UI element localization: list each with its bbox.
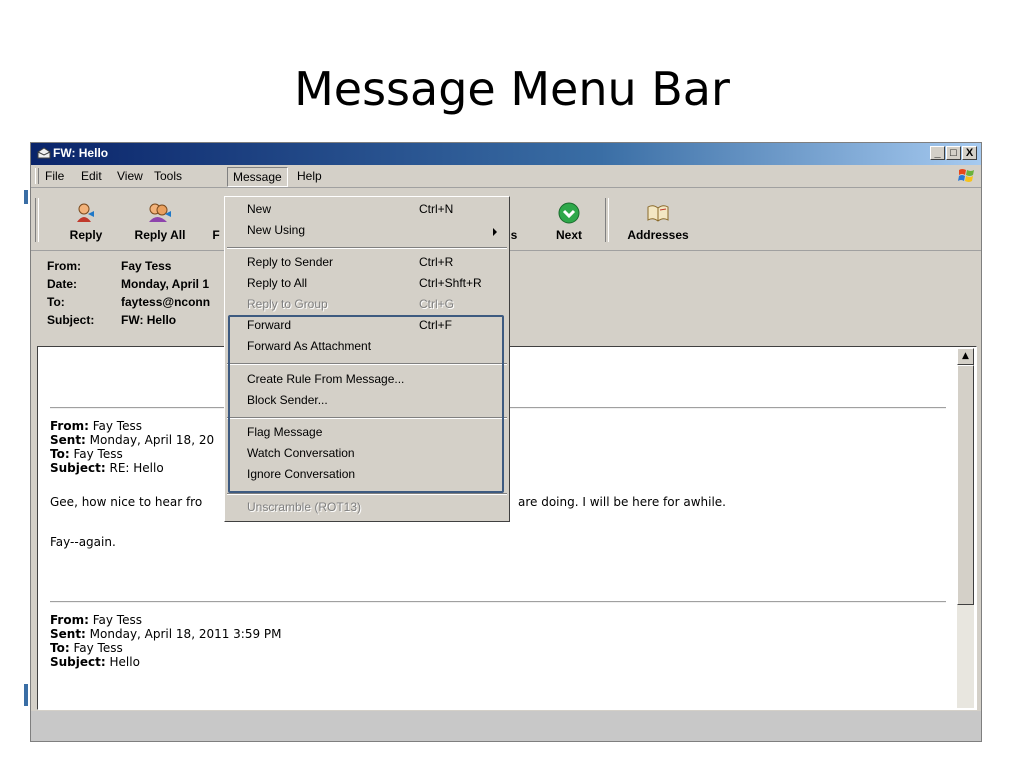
- menu-file[interactable]: File: [45, 169, 64, 183]
- minimize-button[interactable]: _: [930, 146, 945, 160]
- divider: [50, 601, 946, 603]
- submenu-arrow-icon: [493, 228, 497, 236]
- body-text-right: are doing. I will be here for awhile.: [518, 495, 726, 509]
- window-titlebar[interactable]: FW: Hello _ □ X: [31, 143, 981, 165]
- reply-icon: [77, 203, 94, 222]
- quoted-sent: Sent: Monday, April 18, 2011 3:59 PM: [50, 627, 282, 641]
- vertical-scrollbar[interactable]: ▲: [957, 348, 974, 708]
- menu-bar: File Edit View Tools Message Help: [31, 165, 981, 188]
- header-date-value: Monday, April 1: [121, 277, 210, 291]
- reply-button[interactable]: Reply: [61, 202, 111, 242]
- quoted-from: From: Fay Tess: [50, 613, 142, 627]
- toolbar-label: Next: [555, 228, 582, 242]
- toolbar-grip[interactable]: [35, 168, 39, 184]
- scroll-up-icon[interactable]: ▲: [957, 348, 974, 365]
- envelope-icon: [37, 147, 51, 159]
- menu-item-new-using[interactable]: New Using: [247, 221, 305, 239]
- forward-icon: [211, 202, 221, 224]
- menu-item-reply-to-all[interactable]: Reply to All Ctrl+Shft+R: [247, 274, 482, 292]
- maximize-button[interactable]: □: [946, 146, 961, 160]
- signature: Fay--again.: [50, 535, 116, 549]
- address-book-icon: [647, 205, 669, 222]
- menu-message[interactable]: Message: [227, 167, 288, 187]
- menu-help[interactable]: Help: [297, 169, 322, 183]
- window-edge-mark: [24, 684, 28, 706]
- header-subject-label: Subject:: [47, 313, 95, 327]
- windows-logo-icon: [958, 169, 974, 182]
- quoted-sent: Sent: Monday, April 18, 20: [50, 433, 215, 447]
- next-button[interactable]: Next: [551, 202, 587, 242]
- highlight-box: [228, 315, 504, 493]
- toolbar-label: s: [510, 228, 518, 242]
- quoted-subject: Subject: RE: Hello: [50, 461, 164, 475]
- quoted-from: From: Fay Tess: [50, 419, 142, 433]
- menu-separator: [227, 493, 507, 495]
- quoted-subject: Subject: Hello: [50, 655, 140, 669]
- toolbar-label: F: [212, 228, 220, 242]
- header-date-label: Date:: [47, 277, 78, 291]
- body-text-left: Gee, how nice to hear fro: [50, 495, 203, 509]
- quoted-to: To: Fay Tess: [50, 641, 123, 655]
- menu-edit[interactable]: Edit: [81, 169, 102, 183]
- header-to-label: To:: [47, 295, 65, 309]
- toolbar-label: Reply: [69, 228, 103, 242]
- toolbar-separator: [605, 198, 609, 242]
- header-from-label: From:: [47, 259, 81, 273]
- header-subject-value: FW: Hello: [121, 313, 177, 327]
- menu-item-reply-to-group: Reply to Group Ctrl+G: [247, 297, 455, 311]
- menu-view[interactable]: View: [117, 169, 143, 183]
- window-edge-mark: [24, 190, 28, 204]
- menu-separator: [227, 247, 507, 249]
- menu-item-unscramble: Unscramble (ROT13): [247, 500, 362, 514]
- window-title: FW: Hello: [53, 146, 109, 160]
- menu-tools[interactable]: Tools: [154, 169, 182, 183]
- toolbar-label: Reply All: [134, 228, 186, 242]
- next-arrow-icon: [558, 202, 580, 224]
- previous-icon: [509, 202, 519, 224]
- toolbar-label: Addresses: [627, 228, 689, 242]
- status-bar: [31, 711, 981, 741]
- scroll-thumb[interactable]: [957, 365, 974, 605]
- slide-title: Message Menu Bar: [294, 62, 730, 116]
- close-button[interactable]: X: [962, 146, 977, 160]
- header-from-value: Fay Tess: [121, 259, 172, 273]
- header-to-value: faytess@nconn: [121, 295, 211, 309]
- toolbar-grip[interactable]: [35, 198, 39, 242]
- menu-item-new[interactable]: New Ctrl+N: [247, 200, 453, 218]
- quoted-to: To: Fay Tess: [50, 447, 123, 461]
- forward-button[interactable]: F: [209, 202, 223, 242]
- addresses-button[interactable]: Addresses: [621, 202, 695, 242]
- reply-all-icon: [149, 203, 171, 222]
- reply-all-button[interactable]: Reply All: [129, 202, 191, 242]
- menu-item-reply-to-sender[interactable]: Reply to Sender Ctrl+R: [247, 253, 453, 271]
